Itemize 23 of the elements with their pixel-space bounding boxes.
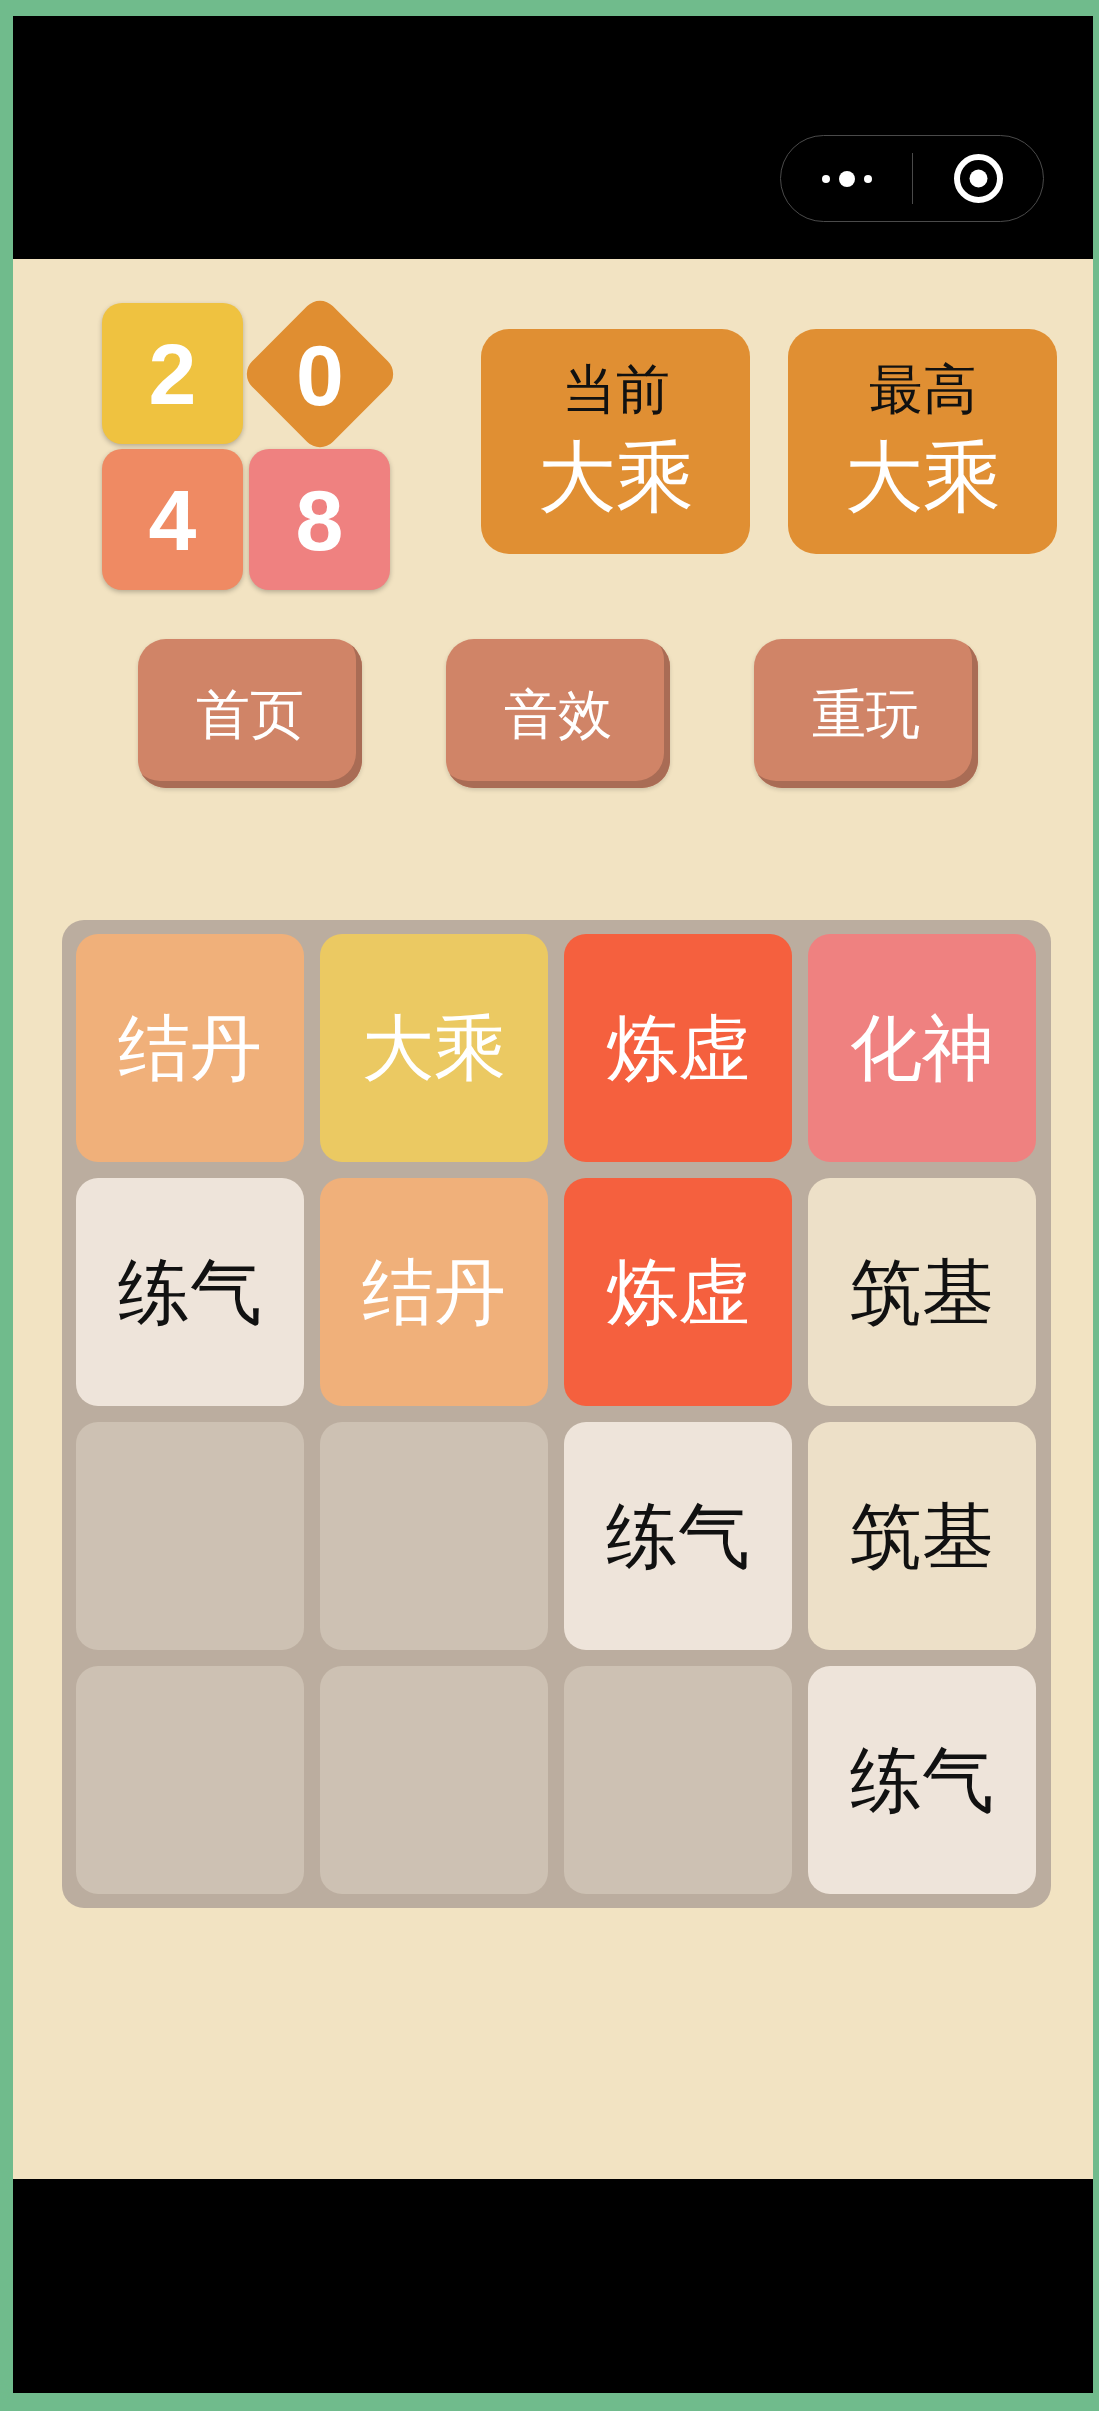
board-tile: 结丹 <box>76 934 304 1162</box>
board-tile: 练气 <box>808 1666 1036 1894</box>
logo-tile: 8 <box>249 449 390 590</box>
menu-button[interactable]: 重玩 <box>754 639 978 788</box>
board-tile: 结丹 <box>320 1178 548 1406</box>
board-tile: 化神 <box>808 934 1036 1162</box>
menu-button[interactable]: 首页 <box>138 639 362 788</box>
board-tile: 炼虚 <box>564 934 792 1162</box>
score-value: 大乘 <box>844 438 1001 516</box>
board-tile: 筑基 <box>808 1422 1036 1650</box>
board-tile: 炼虚 <box>564 1178 792 1406</box>
logo-tile: 2 <box>102 303 243 444</box>
menu-button[interactable]: 音效 <box>446 639 670 788</box>
board-tile: 练气 <box>76 1178 304 1406</box>
logo-tile: 4 <box>102 449 243 590</box>
board-tile: 练气 <box>564 1422 792 1650</box>
score-label: 当前 <box>561 362 670 416</box>
board-tile: 筑基 <box>808 1178 1036 1406</box>
score-label: 最高 <box>868 362 977 416</box>
score-value: 大乘 <box>537 438 694 516</box>
board-tile: 大乘 <box>320 934 548 1162</box>
more-icon[interactable] <box>821 170 872 187</box>
ring-dot-icon[interactable] <box>953 154 1003 203</box>
